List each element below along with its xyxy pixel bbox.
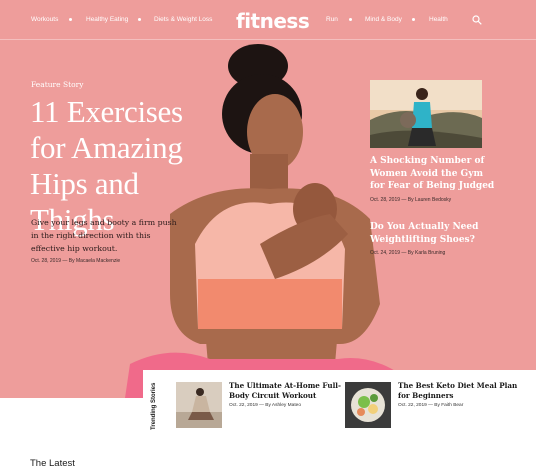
trending-label: Trending Stories — [151, 382, 157, 430]
side-article-title[interactable]: A Shocking Number of Women Avoid the Gym… — [370, 155, 495, 193]
site-logo[interactable]: fitness — [236, 9, 310, 33]
nav-mind-body[interactable]: Mind & Body — [365, 16, 402, 23]
side-article-byline: Oct. 24, 2019 — By Karla Bruning — [370, 250, 446, 256]
nav-workouts[interactable]: Workouts — [31, 16, 58, 23]
side-article-byline: Oct. 28, 2019 — By Lauren Bedosky — [370, 197, 452, 203]
nav-separator — [69, 18, 72, 21]
nav-diets-weight-loss[interactable]: Diets & Weight Loss — [154, 16, 212, 23]
side-article-title[interactable]: Do You Actually Need Weightlifting Shoes… — [370, 221, 495, 246]
nav-healthy-eating[interactable]: Healthy Eating — [86, 16, 128, 23]
trending-title[interactable]: The Ultimate At-Home Full-Body Circuit W… — [229, 381, 359, 401]
trending-thumbnail[interactable] — [345, 382, 391, 428]
nav-health[interactable]: Health — [429, 16, 448, 23]
feature-byline: Oct. 28, 2019 — By Macaela Mackenzie — [31, 258, 121, 264]
trending-byline: Oct. 22, 2019 — By Ashley Mateo — [229, 403, 301, 408]
trending-byline: Oct. 22, 2019 — By Faith Bear — [398, 403, 464, 408]
hero-section: Workouts Healthy Eating Diets & Weight L… — [0, 0, 536, 398]
feature-dek: Give your legs and booty a firm push in … — [31, 218, 177, 253]
top-nav: Workouts Healthy Eating Diets & Weight L… — [0, 0, 536, 40]
trending-thumbnail[interactable] — [176, 382, 222, 428]
search-icon[interactable] — [472, 15, 482, 25]
latest-heading: The Latest — [30, 458, 75, 468]
nav-separator — [138, 18, 141, 21]
side-article-image[interactable] — [370, 80, 482, 148]
nav-run[interactable]: Run — [326, 16, 338, 23]
trending-title[interactable]: The Best Keto Diet Meal Plan for Beginne… — [398, 381, 528, 401]
nav-separator — [412, 18, 415, 21]
feature-kicker: Feature Story — [31, 80, 84, 89]
nav-separator — [349, 18, 352, 21]
